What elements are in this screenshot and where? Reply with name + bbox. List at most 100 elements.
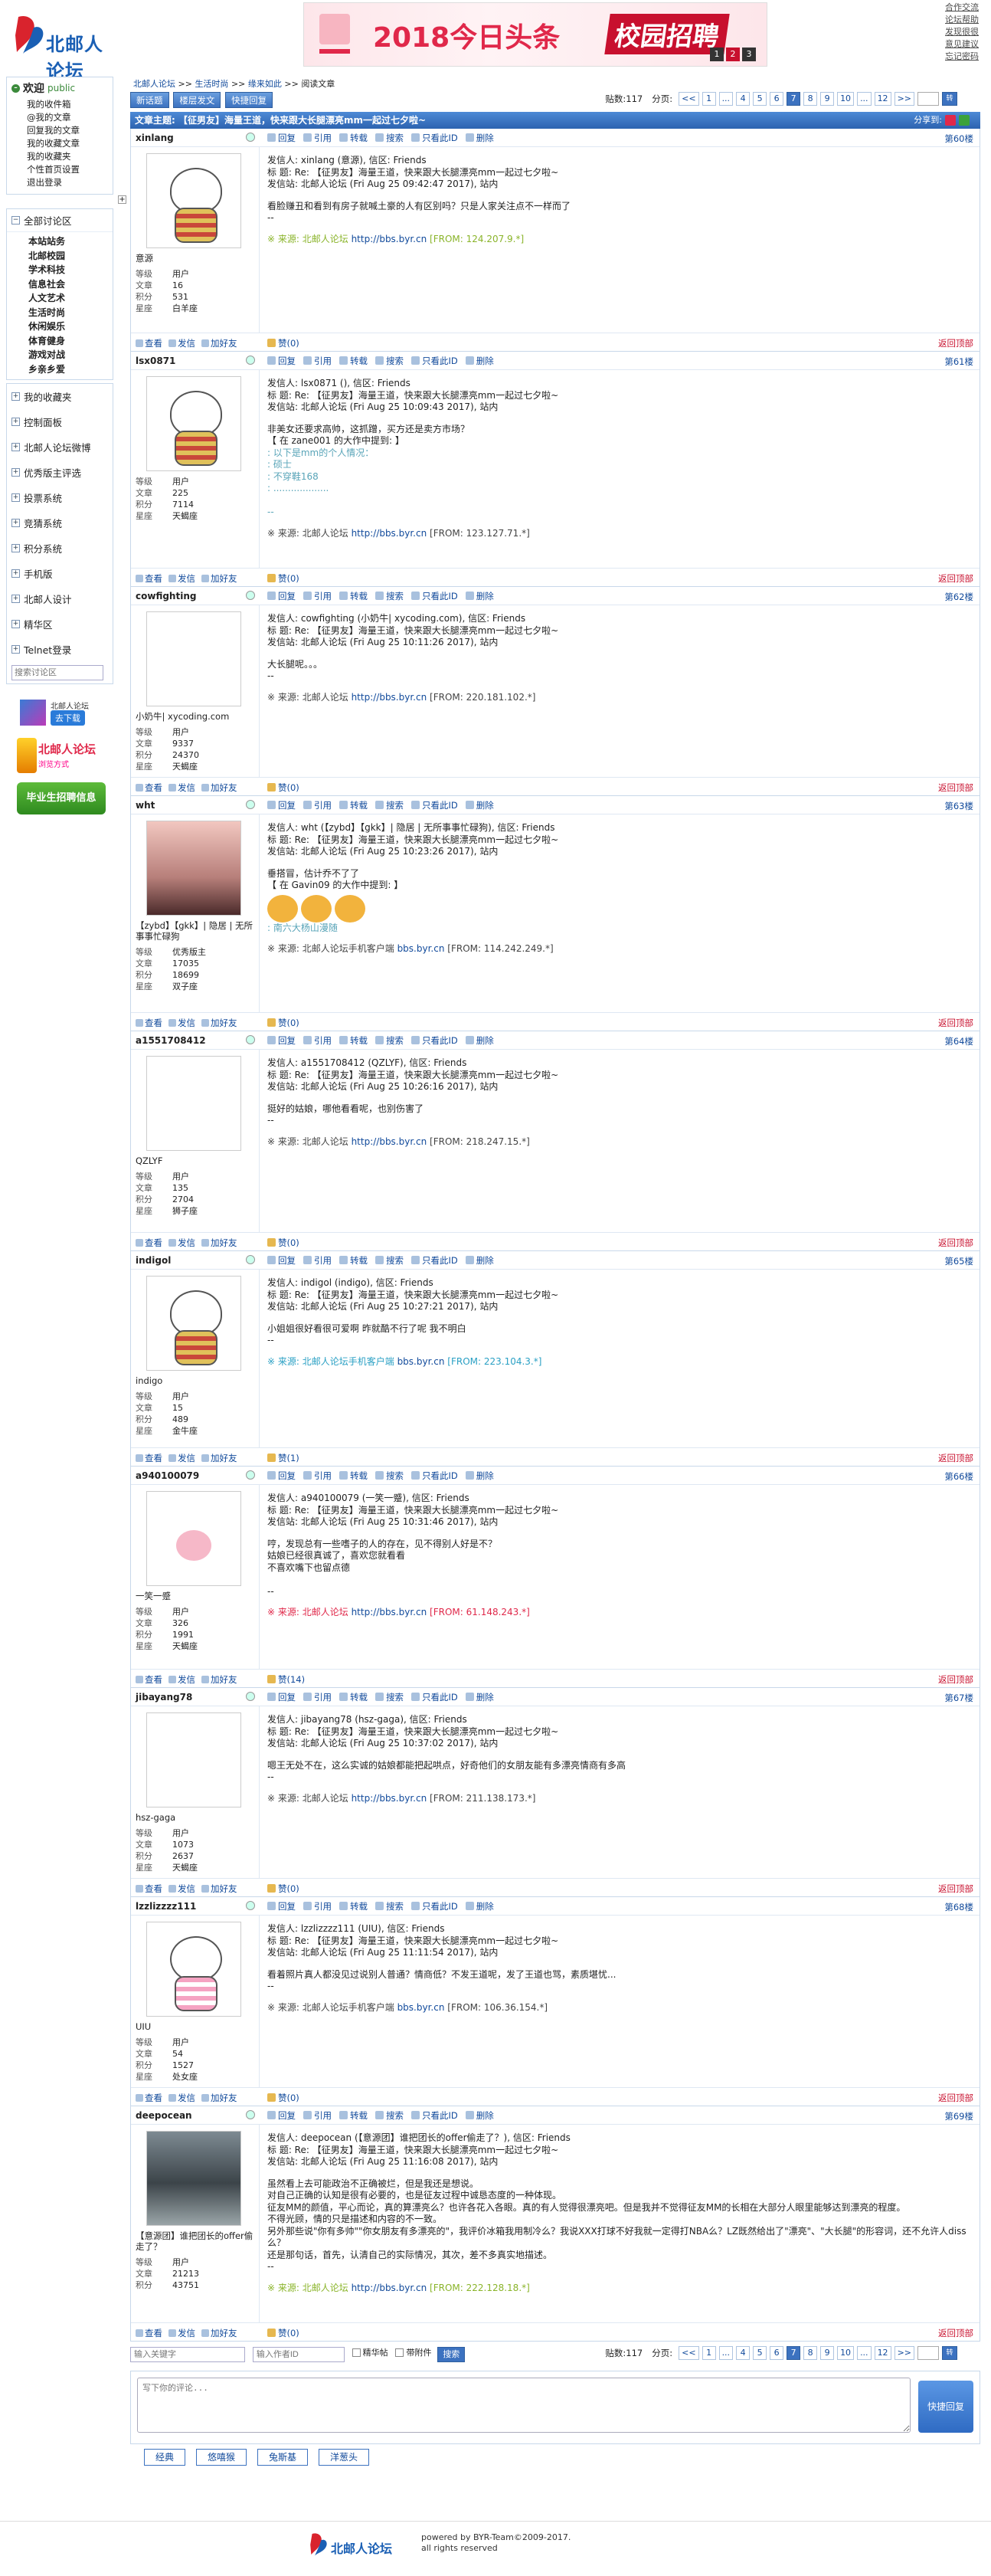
post-username[interactable]: jibayang78 [136, 1692, 192, 1703]
source-link[interactable]: http://bbs.byr.cn [352, 692, 427, 703]
add-friend-button[interactable]: 加好友 [201, 1673, 237, 1686]
only-this-id-button[interactable]: 只看此ID [411, 799, 458, 811]
welcome-username[interactable]: public [47, 83, 75, 93]
app-download-promo[interactable]: 北邮人论坛 去下载 [20, 700, 112, 730]
search-button[interactable]: 搜索 [437, 2346, 466, 2362]
search-button[interactable]: 搜索 [375, 799, 404, 811]
forward-button[interactable]: 转载 [339, 132, 368, 144]
keyword-search-input[interactable] [130, 2346, 245, 2362]
back-to-top-link[interactable]: 返回顶部 [938, 572, 973, 585]
delete-button[interactable]: 删除 [466, 132, 494, 144]
like-button[interactable]: 赞(0) [267, 1883, 299, 1895]
digest-only-checkbox[interactable]: 精华帖 [352, 2346, 388, 2358]
view-profile-button[interactable]: 查看 [136, 337, 162, 349]
link-at-me[interactable]: @我的文章 [11, 111, 108, 124]
forward-button[interactable]: 转载 [339, 799, 368, 811]
sidebar-item-digest[interactable]: + 精华区 [7, 611, 113, 637]
like-button[interactable]: 赞(0) [267, 1017, 299, 1029]
reply-button[interactable]: 回复 [267, 1900, 296, 1912]
quote-button[interactable]: 引用 [303, 2109, 332, 2122]
link-inbox[interactable]: 我的收件箱 [11, 98, 108, 111]
post-username[interactable]: a940100079 [136, 1470, 199, 1481]
search-button[interactable]: 搜索 [375, 355, 404, 367]
add-friend-button[interactable]: 加好友 [201, 1017, 237, 1029]
only-this-id-button[interactable]: 只看此ID [411, 1900, 458, 1912]
view-profile-button[interactable]: 查看 [136, 1237, 162, 1249]
back-to-top-link[interactable]: 返回顶部 [938, 2092, 973, 2104]
section-item[interactable]: 休闲娱乐 [7, 320, 113, 334]
source-link[interactable]: http://bbs.byr.cn [352, 2283, 427, 2293]
page-link[interactable]: 6 [770, 2346, 784, 2360]
section-item[interactable]: 人文艺术 [7, 291, 113, 306]
reply-button[interactable]: 回复 [267, 1034, 296, 1047]
back-to-top-link[interactable]: 返回顶部 [938, 1017, 973, 1029]
reply-button[interactable]: 回复 [267, 2109, 296, 2122]
add-friend-button[interactable]: 加好友 [201, 572, 237, 585]
section-item[interactable]: 北邮校园 [7, 249, 113, 264]
post-floor[interactable]: 第60楼 [944, 133, 973, 145]
quote-button[interactable]: 引用 [303, 1900, 332, 1912]
source-link[interactable]: bbs.byr.cn [397, 2002, 445, 2013]
post-floor[interactable]: 第67楼 [944, 1692, 973, 1704]
send-mail-button[interactable]: 发信 [168, 1883, 195, 1895]
view-profile-button[interactable]: 查看 [136, 1673, 162, 1686]
page-link[interactable]: 1 [702, 92, 716, 106]
search-button[interactable]: 搜索 [375, 132, 404, 144]
post-username[interactable]: deepocean [136, 2110, 192, 2121]
view-profile-button[interactable]: 查看 [136, 1883, 162, 1895]
like-button[interactable]: 赞(0) [267, 337, 299, 349]
sidebar-item-design[interactable]: + 北邮人设计 [7, 586, 113, 611]
footer-logo[interactable]: 北邮人论坛 [309, 2529, 394, 2560]
post-floor[interactable]: 第63楼 [944, 800, 973, 812]
top-link-discover[interactable]: 发现很很 [945, 26, 989, 38]
tab-emo-classic[interactable]: 经典 [144, 2449, 186, 2466]
post-username[interactable]: lsx0871 [136, 356, 175, 366]
tab-emo-monkey[interactable]: 悠嘻猴 [196, 2449, 247, 2466]
view-profile-button[interactable]: 查看 [136, 1452, 162, 1464]
forward-button[interactable]: 转载 [339, 2109, 368, 2122]
back-to-top-link[interactable]: 返回顶部 [938, 782, 973, 794]
new-topic-button[interactable]: 新话题 [130, 92, 169, 108]
source-link[interactable]: bbs.byr.cn [397, 1356, 445, 1367]
section-item[interactable]: 体育健身 [7, 334, 113, 349]
like-button[interactable]: 赞(14) [267, 1673, 305, 1686]
source-link[interactable]: http://bbs.byr.cn [352, 1607, 427, 1617]
back-to-top-link[interactable]: 返回顶部 [938, 1237, 973, 1249]
avatar[interactable] [146, 821, 241, 916]
breadcrumb-board[interactable]: 缘来如此 [248, 79, 282, 89]
forward-button[interactable]: 转载 [339, 1254, 368, 1267]
view-profile-button[interactable]: 查看 [136, 2327, 162, 2339]
banner-page-3[interactable]: 3 [742, 48, 756, 61]
link-homepage-settings[interactable]: 个性首页设置 [11, 163, 108, 176]
section-item[interactable]: 游戏对战 [7, 348, 113, 362]
send-mail-button[interactable]: 发信 [168, 1017, 195, 1029]
post-username[interactable]: indigol [136, 1255, 171, 1266]
sidebar-item-weibo[interactable]: + 北邮人论坛微博 [7, 434, 113, 460]
section-item[interactable]: 信息社会 [7, 277, 113, 292]
forward-button[interactable]: 转载 [339, 355, 368, 367]
forward-button[interactable]: 转载 [339, 1034, 368, 1047]
tab-emo-rabbit[interactable]: 兔斯基 [257, 2449, 309, 2466]
add-friend-button[interactable]: 加好友 [201, 1452, 237, 1464]
page-link[interactable]: 6 [770, 92, 784, 106]
source-link[interactable]: http://bbs.byr.cn [352, 234, 427, 244]
page-link[interactable]: << [679, 92, 699, 106]
search-button[interactable]: 搜索 [375, 1034, 404, 1047]
sidebar-item-points[interactable]: + 积分系统 [7, 536, 113, 561]
avatar[interactable] [146, 153, 241, 248]
delete-button[interactable]: 删除 [466, 2109, 494, 2122]
delete-button[interactable]: 删除 [466, 1691, 494, 1703]
avatar[interactable] [146, 611, 241, 706]
search-button[interactable]: 搜索 [375, 1900, 404, 1912]
page-jump-button[interactable]: 转 [942, 2346, 957, 2360]
page-link[interactable]: 10 [837, 2346, 855, 2360]
send-mail-button[interactable]: 发信 [168, 572, 195, 585]
link-logout[interactable]: 退出登录 [11, 176, 108, 189]
delete-button[interactable]: 删除 [466, 1470, 494, 1482]
reply-button[interactable]: 回复 [267, 1691, 296, 1703]
post-floor[interactable]: 第62楼 [944, 591, 973, 603]
only-this-id-button[interactable]: 只看此ID [411, 1691, 458, 1703]
quote-button[interactable]: 引用 [303, 355, 332, 367]
browse-mode-promo[interactable]: 北邮人论坛 浏览方式 [17, 738, 112, 775]
like-button[interactable]: 赞(0) [267, 1237, 299, 1249]
